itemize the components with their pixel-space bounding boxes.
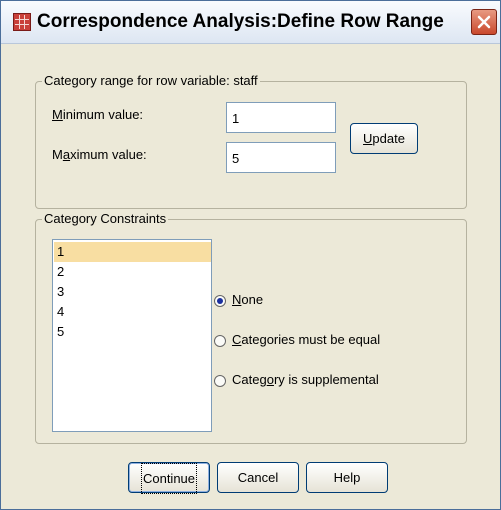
category-constraints-title: Category Constraints [42,211,169,226]
list-item[interactable]: 3 [54,282,211,302]
minimum-value-field[interactable]: 1 [226,102,336,133]
continue-button[interactable]: Continue [128,462,210,494]
dialog-body: Category range for row variable: staff M… [1,44,500,509]
close-icon [477,15,491,29]
help-button[interactable]: Help [306,462,388,493]
radio-categories-must-be-equal[interactable]: Categories must be equal [214,332,380,347]
update-button[interactable]: Update [350,123,418,154]
cancel-button[interactable]: Cancel [217,462,299,493]
radio-equal-button[interactable] [214,334,226,347]
spss-table-icon [13,13,31,31]
radio-none[interactable]: None [214,292,263,307]
window-title: Correspondence Analysis:Define Row Range [37,11,444,32]
maximum-value-label: Maximum value: [52,147,147,162]
radio-supplemental-button[interactable] [214,374,226,387]
list-item[interactable]: 2 [54,262,211,282]
category-listbox[interactable]: 1 2 3 4 5 [52,239,212,432]
category-constraints-group: Category Constraints 1 2 3 4 5 None Cate… [35,211,467,444]
list-item[interactable]: 1 [54,242,211,262]
radio-none-button[interactable] [214,294,226,307]
maximum-value-field[interactable]: 5 [226,142,336,173]
title-bar[interactable]: Correspondence Analysis:Define Row Range [1,1,500,44]
dialog-window: Correspondence Analysis:Define Row Range… [0,0,501,510]
list-item[interactable]: 4 [54,302,211,322]
radio-category-is-supplemental[interactable]: Category is supplemental [214,372,379,387]
row-range-group: Category range for row variable: staff M… [35,73,467,209]
minimum-value-label: Minimum value: [52,107,144,122]
list-item[interactable]: 5 [54,322,211,342]
close-button[interactable] [471,9,497,35]
row-range-group-title: Category range for row variable: staff [42,73,260,88]
